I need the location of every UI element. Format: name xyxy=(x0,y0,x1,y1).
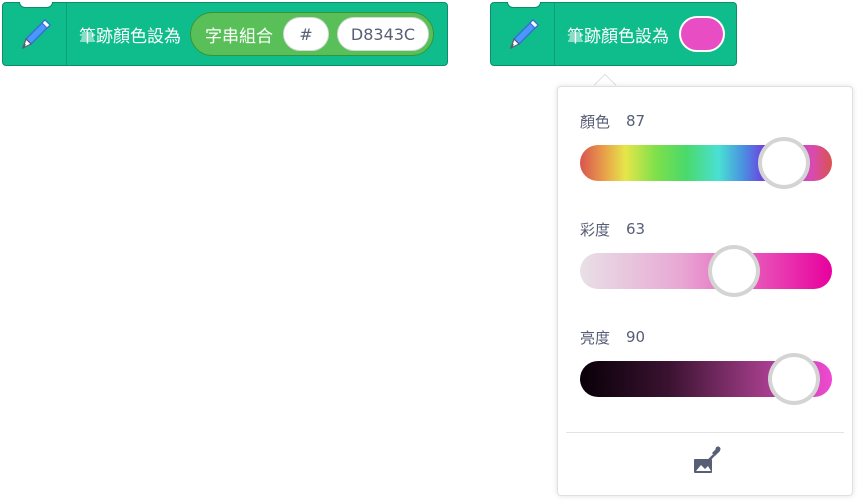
saturation-slider[interactable] xyxy=(580,245,832,297)
pen-icon xyxy=(3,3,67,65)
brightness-row: 亮度 90 xyxy=(580,327,832,405)
saturation-row: 彩度 63 xyxy=(580,219,832,297)
hue-label: 顏色 xyxy=(580,112,611,131)
set-pen-color-join-block[interactable]: 筆跡顏色設為 字串組合 # D8343C xyxy=(2,2,448,66)
block-label: 筆跡顏色設為 xyxy=(567,26,669,47)
set-pen-color-block[interactable]: 筆跡顏色設為 xyxy=(490,2,737,66)
saturation-label: 彩度 xyxy=(580,220,611,239)
brightness-slider-thumb[interactable] xyxy=(768,353,821,405)
join-input-a[interactable]: # xyxy=(283,17,329,51)
brightness-label: 亮度 xyxy=(580,328,611,347)
color-swatch[interactable] xyxy=(679,16,725,52)
hue-slider[interactable] xyxy=(580,137,832,189)
workspace: 筆跡顏色設為 字串組合 # D8343C 筆跡顏色設為 顏色 87 彩度 63 … xyxy=(0,0,858,500)
join-reporter[interactable]: 字串組合 # D8343C xyxy=(190,12,434,56)
saturation-label-row: 彩度 63 xyxy=(580,219,832,239)
picker-divider xyxy=(566,432,844,433)
eyedropper-icon[interactable] xyxy=(690,445,722,477)
saturation-value: 63 xyxy=(626,220,646,238)
brightness-label-row: 亮度 90 xyxy=(580,327,832,347)
hue-label-row: 顏色 87 xyxy=(580,111,832,131)
color-picker-popup: 顏色 87 彩度 63 亮度 90 xyxy=(557,86,853,496)
saturation-slider-thumb[interactable] xyxy=(707,245,760,297)
block-label: 筆跡顏色設為 xyxy=(79,26,181,47)
join-label: 字串組合 xyxy=(205,26,273,47)
brightness-slider[interactable] xyxy=(580,353,832,405)
join-input-b[interactable]: D8343C xyxy=(337,17,429,51)
hue-row: 顏色 87 xyxy=(580,111,832,189)
pen-icon xyxy=(491,3,555,65)
hue-value: 87 xyxy=(626,112,646,130)
hue-slider-thumb[interactable] xyxy=(758,137,811,189)
brightness-value: 90 xyxy=(626,328,646,346)
